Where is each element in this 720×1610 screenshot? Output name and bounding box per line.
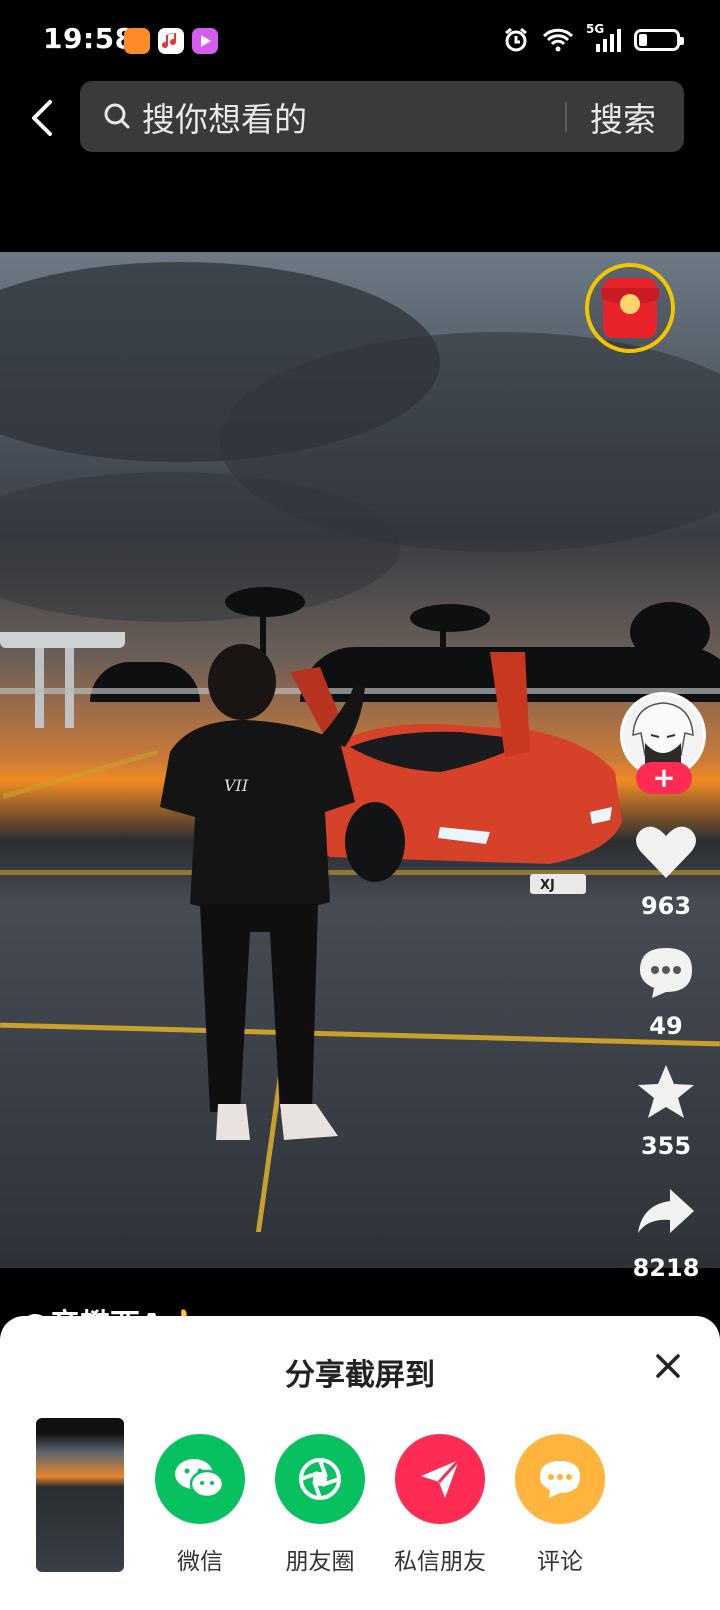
music-app-icon [158,28,184,54]
share-button[interactable] [630,1180,702,1244]
red-envelope-icon [601,278,659,338]
comment-button[interactable] [630,940,702,1004]
favorite-count: 355 [640,1132,692,1160]
status-icons: 5G [502,22,684,54]
palm-tree [225,587,305,617]
share-label: 私信朋友 [394,1549,486,1575]
battery-icon [634,29,684,51]
comment-icon [515,1434,605,1524]
shirt-print: VII [224,776,249,795]
search-divider [565,102,567,132]
share-label: 评论 [537,1549,583,1575]
person [160,644,365,1140]
chevron-left-icon [32,100,52,136]
like-button[interactable] [630,820,702,884]
wechat-icon [155,1434,245,1524]
share-moments[interactable]: 朋友圈 [265,1434,375,1576]
share-wechat[interactable]: 微信 [145,1434,255,1576]
heart-app-icon [124,28,150,54]
comment-bubble-icon [640,948,692,998]
search-bar[interactable]: 搜你想看的 搜索 [80,81,684,152]
video-player[interactable]: XJ VII [0,252,720,1268]
star-icon [638,1065,694,1118]
signal-icon: 5G [586,22,622,54]
back-button[interactable] [22,96,66,140]
share-sheet-title: 分享截屏到 [285,1358,435,1393]
share-direct-message[interactable]: 私信朋友 [385,1434,495,1576]
wifi-icon [542,28,574,52]
pavilion [0,632,125,648]
alarm-icon [505,27,527,52]
share-label: 朋友圈 [285,1549,355,1575]
search-button[interactable]: 搜索 [590,93,656,141]
palm-tree [410,604,490,632]
send-icon [395,1434,485,1524]
license-plate: XJ [540,878,555,893]
status-bar: 19:58 5G [0,0,720,84]
share-arrow-icon [638,1189,694,1233]
parking-line [2,750,158,799]
comment-count: 49 [649,1012,683,1040]
share-label: 微信 [177,1549,223,1575]
clock: 19:58 [43,22,135,55]
follow-button[interactable]: + [636,762,692,794]
share-sheet: 分享截屏到 微信 朋友圈 私信朋友 评论 [0,1316,720,1610]
share-count: 8218 [632,1254,700,1282]
video-app-icon [192,28,218,54]
plus-icon: + [652,761,676,794]
share-comment[interactable]: 评论 [505,1434,615,1576]
screenshot-thumbnail[interactable] [36,1418,124,1572]
like-count: 963 [640,892,692,920]
palm-tree [630,602,710,662]
moments-icon [275,1434,365,1524]
close-icon[interactable] [654,1352,682,1380]
search-input[interactable]: 搜你想看的 [142,93,307,141]
heart-icon [636,826,696,878]
search-icon [104,103,130,129]
red-packet-button[interactable] [585,263,675,353]
favorite-button[interactable] [630,1060,702,1124]
